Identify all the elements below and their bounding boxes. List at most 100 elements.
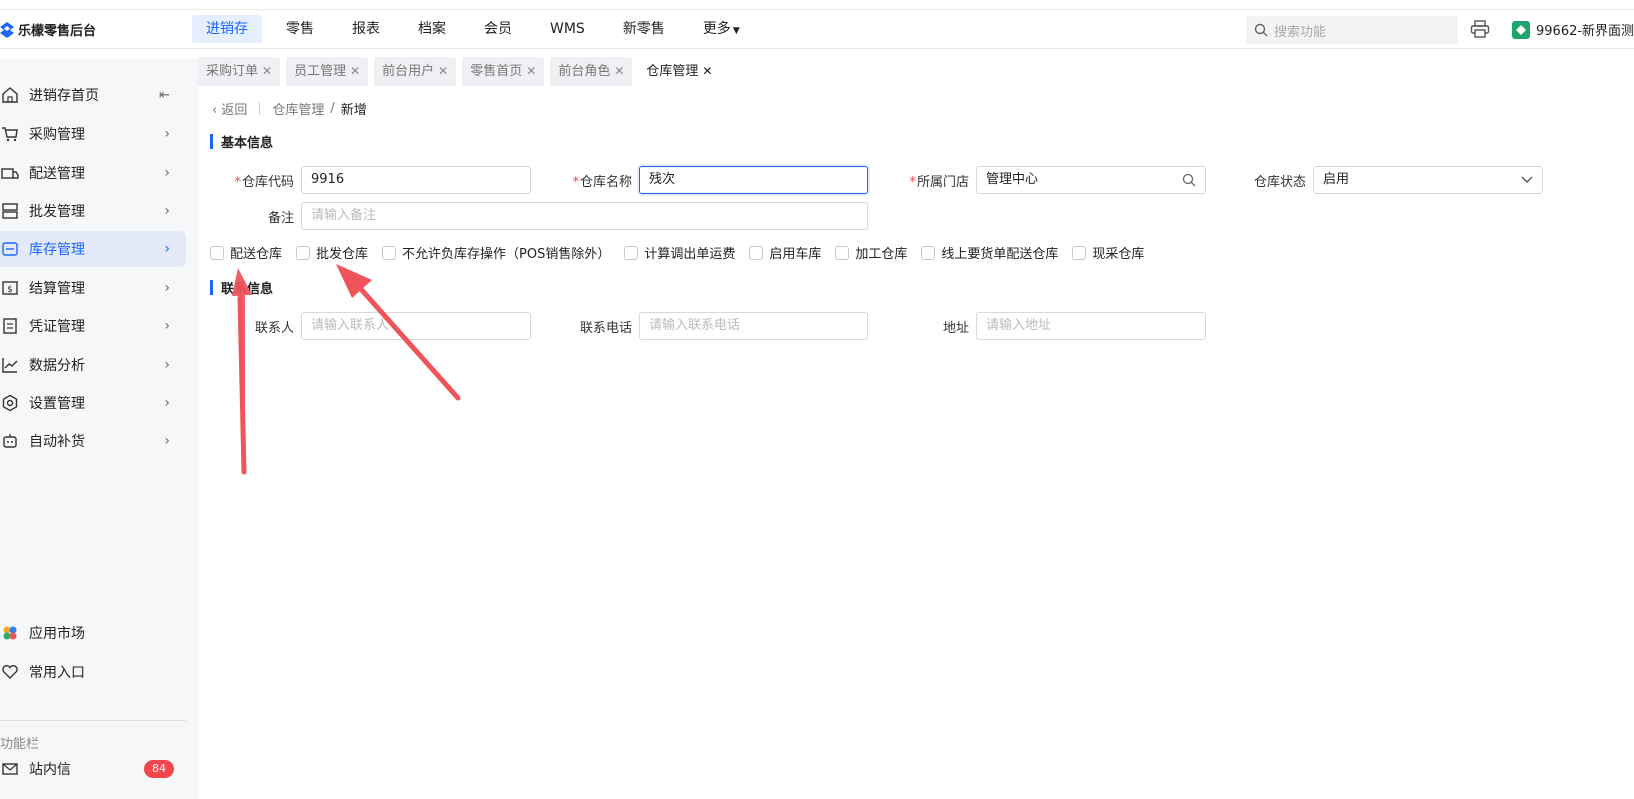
sidebar-item-stock[interactable]: 库存管理 › (0, 231, 186, 267)
search-input[interactable]: 搜索功能 (1246, 16, 1458, 44)
nav-reports[interactable]: 报表 (338, 15, 394, 43)
checkbox-online-order-warehouse[interactable]: 线上要货单配送仓库 (921, 243, 1058, 262)
checkbox-box[interactable] (835, 245, 850, 260)
checkbox-enable-garage[interactable]: 启用车库 (749, 243, 821, 262)
contact-person-input[interactable]: 请输入联系人 (301, 312, 531, 340)
sidebar-item-app-market[interactable]: 应用市场 (0, 615, 186, 651)
sidebar-item-analytics[interactable]: 数据分析 › (0, 347, 186, 383)
brand-logo[interactable]: 乐檬零售后台 (0, 20, 96, 39)
settings-icon (0, 393, 20, 413)
chevron-right-icon: › (164, 357, 170, 373)
checkbox-box[interactable] (296, 245, 311, 260)
breadcrumb-separator: / (330, 101, 335, 116)
checkbox-processing-warehouse[interactable]: 加工仓库 (835, 243, 907, 262)
sidebar-item-settlement[interactable]: $ 结算管理 › (0, 270, 186, 306)
cart-icon (0, 124, 20, 144)
checkbox-box[interactable] (382, 245, 397, 260)
sidebar-item-inventory-home[interactable]: 进销存首页 ⇤ (0, 77, 186, 113)
close-icon[interactable]: ✕ (702, 64, 712, 78)
tab-retail-home[interactable]: 零售首页 ✕ (462, 57, 545, 86)
breadcrumb-parent[interactable]: 仓库管理 (272, 99, 324, 118)
contact-phone-input[interactable]: 请输入联系电话 (639, 312, 868, 340)
checkbox-label: 现采仓库 (1092, 247, 1145, 262)
contact-person-label-text: 联系人 (254, 321, 294, 336)
tab-staff[interactable]: 员工管理 ✕ (286, 57, 369, 86)
nav-inventory[interactable]: 进销存 (192, 15, 262, 43)
nav-members[interactable]: 会员 (470, 15, 526, 43)
chevron-down-icon (1521, 176, 1533, 183)
sidebar-item-favorites[interactable]: 常用入口 (0, 654, 186, 690)
close-icon[interactable]: ✕ (438, 64, 448, 78)
contact-info-heading: 联系信息 (210, 278, 273, 297)
checkbox-box[interactable] (749, 245, 764, 260)
tab-front-roles[interactable]: 前台角色 ✕ (550, 57, 633, 86)
address-label-text: 地址 (942, 321, 969, 336)
sidebar-item-delivery[interactable]: 配送管理 › (0, 155, 186, 191)
tab-purchase-order[interactable]: 采购订单 ✕ (198, 57, 281, 86)
sidebar-item-label: 库存管理 (29, 242, 85, 258)
nav-archives[interactable]: 档案 (404, 15, 460, 43)
close-icon[interactable]: ✕ (262, 64, 272, 78)
inventory-icon (0, 239, 20, 259)
printer-icon[interactable] (1470, 20, 1490, 38)
checkbox-no-negative-stock[interactable]: 不允许负库存操作（POS销售除外） (382, 243, 610, 262)
warehouse-status-select[interactable]: 启用 (1313, 166, 1543, 194)
chevron-right-icon: › (164, 165, 170, 181)
sidebar-item-auto-replenish[interactable]: 自动补货 › (0, 423, 186, 459)
store-input[interactable]: 管理中心 (976, 166, 1206, 194)
required-mark: * (572, 175, 579, 190)
checkbox-label: 启用车库 (769, 247, 822, 262)
sidebar-section-label: 功能栏 (0, 737, 40, 752)
heading-accent-bar (210, 280, 213, 295)
home-icon (0, 85, 20, 105)
robot-icon (0, 431, 20, 451)
warehouse-code-input[interactable]: 9916 (301, 166, 531, 194)
warehouse-name-label-text: 仓库名称 (579, 175, 632, 190)
sidebar-item-inbox[interactable]: 站内信 84 (0, 751, 186, 787)
back-button[interactable]: ‹ 返回 (212, 99, 247, 118)
heart-icon (0, 662, 20, 682)
sidebar-item-wholesale[interactable]: 批发管理 › (0, 193, 186, 229)
checkbox-box[interactable] (210, 245, 224, 260)
checkbox-spot-purchase-warehouse[interactable]: 现采仓库 (1072, 243, 1144, 262)
tab-label: 采购订单 (206, 64, 259, 79)
remark-input[interactable]: 请输入备注 (301, 202, 868, 230)
contact-phone-label: 联系电话 (566, 317, 632, 336)
checkbox-box[interactable] (1072, 245, 1087, 260)
nav-wms[interactable]: WMS (536, 15, 599, 43)
nav-retail[interactable]: 零售 (272, 15, 328, 43)
checkbox-label: 批发仓库 (316, 247, 369, 262)
warehouse-name-input[interactable]: 残次 (639, 166, 868, 194)
store-value: 管理中心 (986, 172, 1039, 187)
collapse-sidebar-icon[interactable]: ⇤ (159, 88, 170, 103)
tab-front-users[interactable]: 前台用户 ✕ (374, 57, 457, 86)
svg-text:$: $ (7, 285, 13, 295)
checkbox-wholesale-warehouse[interactable]: 批发仓库 (296, 243, 368, 262)
close-icon[interactable]: ✕ (526, 64, 536, 78)
sidebar-item-label: 设置管理 (29, 396, 85, 412)
breadcrumb: ‹ 返回 仓库管理 / 新增 (212, 99, 367, 118)
checkbox-box[interactable] (624, 245, 639, 260)
contact-person-label: 联系人 (228, 317, 294, 336)
address-input[interactable]: 请输入地址 (976, 312, 1206, 340)
sidebar-item-label: 应用市场 (29, 626, 85, 642)
chevron-right-icon: › (164, 241, 170, 257)
sidebar-item-settings[interactable]: 设置管理 › (0, 385, 186, 421)
search-icon[interactable] (1182, 173, 1196, 187)
sidebar-item-voucher[interactable]: 凭证管理 › (0, 308, 186, 344)
warehouse-code-label: *仓库代码 (228, 171, 294, 190)
tab-warehouse[interactable]: 仓库管理 ✕ (638, 57, 721, 86)
store-selector[interactable]: 99662-新界面测 (1512, 20, 1634, 39)
sidebar-item-purchase[interactable]: 采购管理 › (0, 116, 186, 152)
nav-new-retail[interactable]: 新零售 (609, 15, 679, 43)
checkbox-box[interactable] (921, 245, 936, 260)
checkbox-delivery-warehouse[interactable]: 配送仓库 (210, 243, 282, 262)
nav-more[interactable]: 更多 ▼ (689, 15, 754, 43)
contact-person-placeholder: 请输入联系人 (311, 318, 390, 333)
checkbox-transfer-freight[interactable]: 计算调出单运费 (624, 243, 735, 262)
checkbox-label: 线上要货单配送仓库 (941, 247, 1059, 262)
sidebar-item-label: 常用入口 (29, 665, 85, 681)
warehouse-status-value: 启用 (1323, 172, 1350, 187)
close-icon[interactable]: ✕ (614, 64, 624, 78)
close-icon[interactable]: ✕ (350, 64, 360, 78)
